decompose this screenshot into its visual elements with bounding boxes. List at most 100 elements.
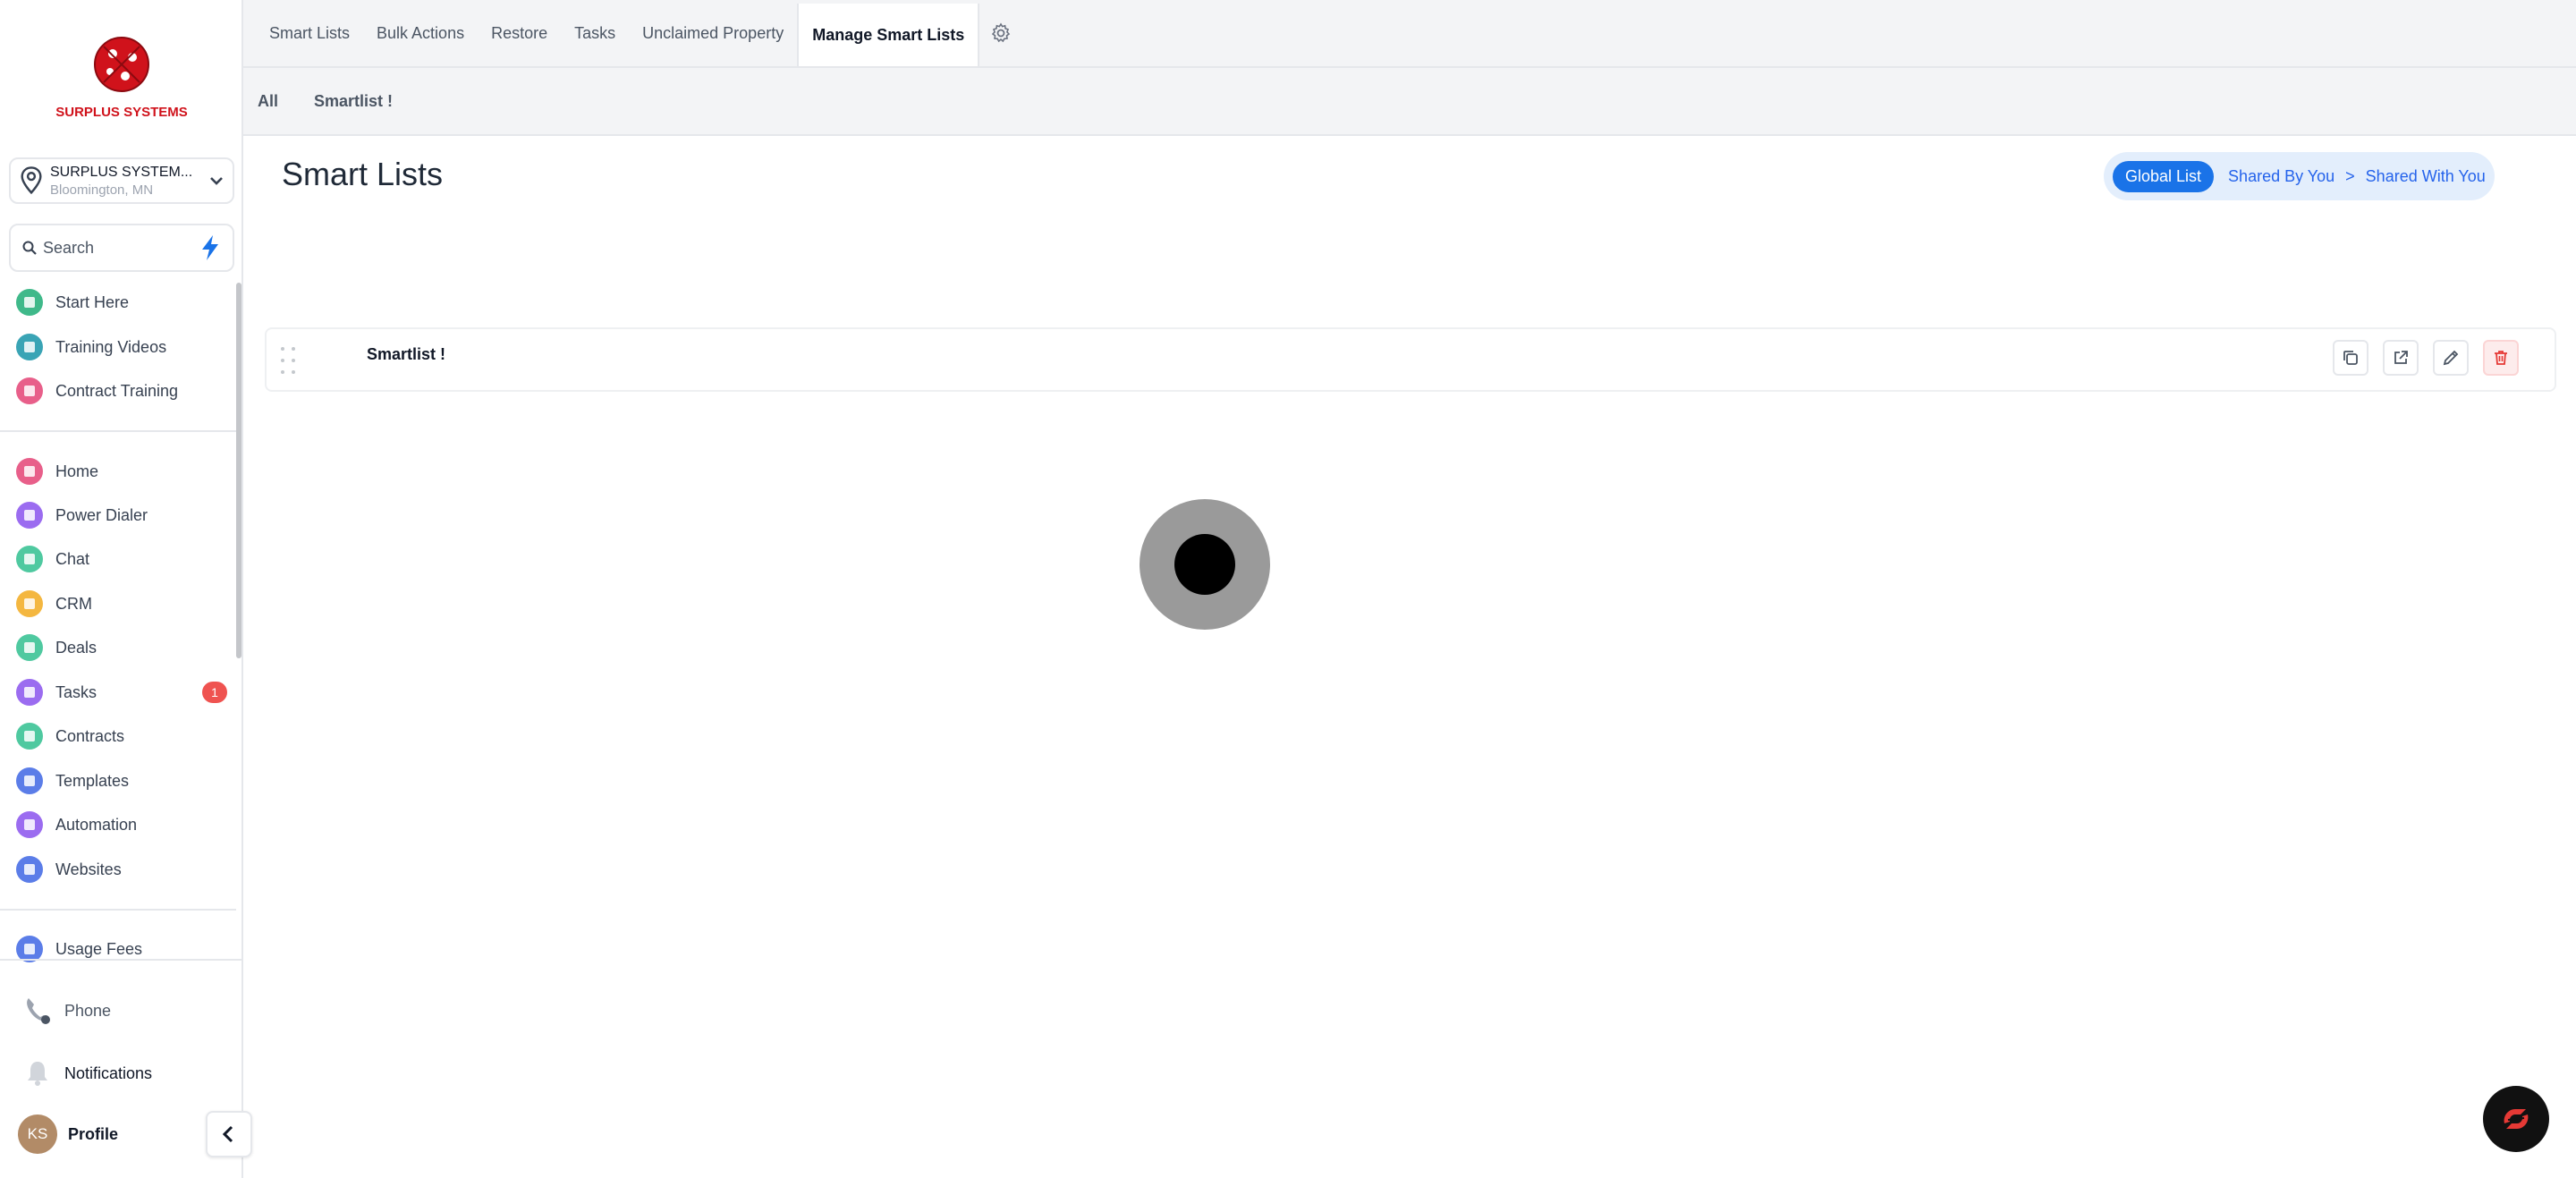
lightning-bolt-icon[interactable] <box>199 234 222 261</box>
notifications-label: Notifications <box>64 1064 153 1082</box>
tab-tasks[interactable]: Tasks <box>561 0 629 66</box>
chat-icon <box>16 546 43 572</box>
sidebar-item-training-videos[interactable]: Training Videos <box>16 331 227 363</box>
sidebar-item-label: Power Dialer <box>55 505 148 524</box>
home-icon <box>16 458 43 485</box>
copy-icon <box>2343 351 2358 365</box>
sidebar-item-label: Deals <box>55 638 97 657</box>
sidebar-item-automation[interactable]: Automation <box>16 809 227 841</box>
sidebar-phone[interactable]: Phone <box>20 993 111 1029</box>
dialer-icon <box>16 502 43 529</box>
phone-label: Phone <box>64 1001 112 1020</box>
share-button[interactable] <box>2383 340 2419 376</box>
search-box[interactable] <box>9 224 234 272</box>
sidebar-item-deals[interactable]: Deals <box>16 631 227 664</box>
global-list-button[interactable]: Global List <box>2113 160 2215 192</box>
contracts-icon <box>16 723 43 750</box>
deals-icon <box>16 634 43 661</box>
sidebar-item-websites[interactable]: Websites <box>16 853 227 886</box>
external-link-icon <box>2394 351 2408 364</box>
tab-bulk-actions[interactable]: Bulk Actions <box>363 0 478 66</box>
start-here-icon <box>16 289 43 316</box>
location-switcher[interactable]: SURPLUS SYSTEM... Bloomington, MN <box>9 157 234 204</box>
smartlist-filter-tabs: All Smartlist ! <box>243 68 2576 136</box>
loading-spinner <box>1140 499 1270 630</box>
location-name: SURPLUS SYSTEM... <box>50 164 193 180</box>
subtab-all[interactable]: All <box>258 92 278 111</box>
sidebar-item-label: Start Here <box>55 292 130 311</box>
tab-unclaimed-property[interactable]: Unclaimed Property <box>629 0 797 66</box>
brand-logo[interactable]: SURPLUS SYSTEMS <box>0 27 243 125</box>
gear-icon <box>992 22 1011 43</box>
sidebar-item-contracts[interactable]: Contracts <box>16 720 227 752</box>
sidebar-item-templates[interactable]: Templates <box>16 765 227 797</box>
drag-handle-icon[interactable] <box>279 345 297 376</box>
chevron-left-icon <box>222 1125 233 1143</box>
profile-label: Profile <box>68 1124 119 1143</box>
pencil-icon <box>2443 350 2459 366</box>
sidebar-item-label: Websites <box>55 860 122 878</box>
sidebar-item-label: Automation <box>55 815 138 834</box>
subtab-smartlist[interactable]: Smartlist ! <box>314 92 393 111</box>
sidebar-bottom-divider <box>0 959 243 961</box>
share-separator: > <box>2345 166 2355 185</box>
sidebar-item-chat[interactable]: Chat <box>16 543 227 575</box>
video-icon <box>16 334 43 360</box>
collapse-sidebar-button[interactable] <box>206 1111 252 1157</box>
sidebar-scrollbar[interactable] <box>236 283 242 658</box>
delete-button[interactable] <box>2483 340 2519 376</box>
shared-with-you-button[interactable]: Shared With You <box>2366 167 2486 186</box>
smartlist-row[interactable]: Smartlist ! <box>265 327 2556 392</box>
sidebar-item-power-dialer[interactable]: Power Dialer <box>16 499 227 531</box>
page-title: Smart Lists <box>282 156 444 192</box>
chat-widget-button[interactable] <box>2483 1086 2549 1152</box>
spinner-core <box>1174 534 1235 595</box>
sidebar-divider <box>0 909 236 911</box>
phone-icon <box>20 993 55 1029</box>
sidebar-item-label: Tasks <box>55 682 97 701</box>
sidebar-item-label: Chat <box>55 549 90 568</box>
search-input[interactable] <box>43 238 199 258</box>
edit-button[interactable] <box>2433 340 2469 376</box>
chevron-down-icon <box>210 177 223 185</box>
user-icon <box>16 590 43 617</box>
templates-icon <box>16 767 43 794</box>
chat-widget-logo-icon <box>2504 1109 2529 1129</box>
avatar: KS <box>18 1114 57 1154</box>
tab-manage-smart-lists[interactable]: Manage Smart Lists <box>797 4 980 66</box>
trash-icon <box>2495 351 2507 365</box>
automation-icon <box>16 811 43 838</box>
sidebar-item-start-here[interactable]: Start Here <box>16 286 227 318</box>
sidebar-item-crm[interactable]: CRM <box>16 588 227 620</box>
sidebar-item-tasks[interactable]: Tasks 1 <box>16 676 227 708</box>
share-filter-toggle: Global List Shared By You > Shared With … <box>2104 152 2495 200</box>
smartlist-actions <box>2318 340 2519 376</box>
sidebar-item-label: Templates <box>55 771 130 790</box>
sidebar-item-label: Training Videos <box>55 337 167 356</box>
sidebar-item-home[interactable]: Home <box>16 455 227 487</box>
smartlist-name: Smartlist ! <box>367 345 446 363</box>
sidebar-item-label: Contract Training <box>55 381 179 400</box>
location-address: Bloomington, MN <box>50 182 154 198</box>
bell-icon <box>20 1055 55 1091</box>
sidebar-notifications[interactable]: Notifications <box>20 1055 152 1091</box>
tab-smart-lists[interactable]: Smart Lists <box>256 0 363 66</box>
sidebar-profile[interactable]: KS Profile <box>18 1114 119 1154</box>
contract-training-icon <box>16 377 43 404</box>
settings-button[interactable] <box>979 0 1022 66</box>
tasks-icon <box>16 679 43 706</box>
search-icon <box>22 241 37 255</box>
sidebar: SURPLUS SYSTEMS SURPLUS SYSTEM... Bloomi… <box>0 0 243 1178</box>
sidebar-item-label: Home <box>55 462 99 480</box>
map-pin-icon <box>21 166 42 195</box>
sidebar-divider <box>0 430 236 432</box>
sidebar-item-label: Usage Fees <box>55 939 143 958</box>
shared-by-you-button[interactable]: Shared By You <box>2228 167 2334 186</box>
tab-restore[interactable]: Restore <box>478 0 561 66</box>
tasks-count-badge: 1 <box>202 682 227 703</box>
duplicate-button[interactable] <box>2333 340 2368 376</box>
sidebar-item-label: CRM <box>55 594 92 613</box>
brand-name: SURPLUS SYSTEMS <box>55 105 188 120</box>
sidebar-item-contract-training[interactable]: Contract Training <box>16 375 227 407</box>
sidebar-item-label: Contracts <box>55 726 125 745</box>
